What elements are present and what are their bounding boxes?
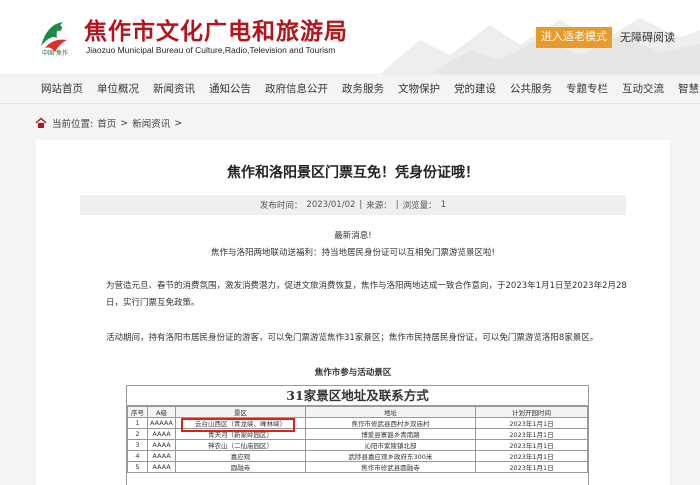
nav-item-news[interactable]: 新闻资讯 <box>146 74 202 104</box>
article-meta: 发布时间： 2023/01/02 | 来源： | 浏览量： 1 <box>80 195 626 215</box>
cell-open-date: 2023年1月1日 <box>475 439 588 451</box>
nav-item-heritage[interactable]: 文物保护 <box>391 74 447 104</box>
cell-address: 武陟县嘉应观乡政府东300米 <box>305 450 476 462</box>
source-label: 来源： <box>366 201 392 211</box>
breadcrumb: 当前位置: 首页 > 新闻资讯 > <box>35 116 186 130</box>
cell-address: 博爱县寨豁乡青南路 <box>305 428 476 440</box>
site-header: 中国 焦作 焦作市文化广电和旅游局 Jiaozuo Municipal Bure… <box>0 0 700 74</box>
table-row: 5 AAAA 圆融寺 焦作市修武县圆融寺 2023年1月1日 <box>127 461 588 473</box>
header-open-date: 计划开园时间 <box>475 406 588 418</box>
article-headline: 最新消息! <box>334 231 372 241</box>
published-date: 2023/01/02 <box>306 200 356 210</box>
nav-item-smart-finance[interactable]: 智慧金服 <box>671 74 700 104</box>
breadcrumb-separator: > <box>174 117 183 129</box>
home-icon <box>35 117 47 128</box>
views-label: 浏览量： <box>402 201 437 211</box>
cell-open-date: 2023年1月1日 <box>475 450 588 462</box>
cell-open-date: 2023年1月1日 <box>475 428 588 440</box>
breadcrumb-separator: > <box>120 117 129 129</box>
breadcrumb-label: 当前位置: <box>52 119 94 130</box>
article-paragraph: 为营造元旦、春节的消费氛围，激发消费潜力，促进文旅消费恢复，焦作与洛阳两地达成一… <box>106 281 627 308</box>
site-title[interactable]: 焦作市文化广电和旅游局 <box>84 12 348 46</box>
scenic-table: 序号 A级 景区 地址 计划开园时间 1 AAAAA 云台山西区（青龙峡、峰林峡… <box>127 406 588 473</box>
article-subheadline: 焦作与洛阳两地联动送福利：持当地居民身份证可以互相免门票游览景区啦! <box>211 248 495 258</box>
nav-item-notices[interactable]: 通知公告 <box>202 74 258 104</box>
section-heading: 焦作市参与活动景区 <box>314 368 392 378</box>
article-card: 焦作和洛阳景区门票互免！凭身份证哦！ 发布时间： 2023/01/02 | 来源… <box>36 140 670 485</box>
header-spot: 景区 <box>175 406 306 418</box>
table-row: 3 AAAA 神农山（二仙庙园区） 沁阳市紫陵镇北部 2023年1月1日 <box>127 439 588 451</box>
breadcrumb-home[interactable]: 首页 <box>97 116 116 130</box>
site-title-english: Jiaozuo Municipal Bureau of Culture,Radi… <box>86 45 336 55</box>
nav-item-party[interactable]: 党的建设 <box>447 74 503 104</box>
header-index: 序号 <box>127 406 148 418</box>
table-row: 4 AAAA 嘉应观 武陟县嘉应观乡政府东300米 2023年1月1日 <box>127 450 588 462</box>
views-count: 1 <box>440 200 447 210</box>
cell-spot: 嘉应观 <box>175 450 306 462</box>
cell-index: 2 <box>127 428 148 440</box>
published-label: 发布时间： <box>259 201 303 211</box>
nav-item-overview[interactable]: 单位概况 <box>90 74 146 104</box>
main-nav: 网站首页 单位概况 新闻资讯 通知公告 政府信息公开 政务服务 文物保护 党的建… <box>0 74 700 104</box>
table-header-row: 序号 A级 景区 地址 计划开园时间 <box>127 406 588 418</box>
cell-spot: 圆融寺 <box>175 461 306 473</box>
scenic-spots-table: 31家景区地址及联系方式 序号 A级 景区 地址 计划开园时间 1 AAAAA … <box>126 385 589 485</box>
cell-index: 5 <box>127 461 148 473</box>
cell-spot: 神农山（二仙庙园区） <box>175 439 306 451</box>
nav-item-interaction[interactable]: 互动交流 <box>615 74 671 104</box>
cell-address: 焦作市修武县圆融寺 <box>305 461 476 473</box>
highlight-box <box>181 418 295 432</box>
cell-index: 1 <box>127 417 148 429</box>
header-address: 地址 <box>305 406 476 418</box>
nav-item-services[interactable]: 政务服务 <box>335 74 391 104</box>
nav-item-public-services[interactable]: 公共服务 <box>503 74 559 104</box>
cell-address: 焦作市修武县西村乡双庙村 <box>305 417 476 429</box>
cell-grade: AAAAA <box>147 417 176 429</box>
nav-item-home[interactable]: 网站首页 <box>0 74 90 104</box>
cell-index: 3 <box>127 439 148 451</box>
cell-grade: AAAA <box>147 450 176 462</box>
cell-grade: AAAA <box>147 461 176 473</box>
accessible-reading-link[interactable]: 无障碍阅读 <box>620 27 675 48</box>
cell-grade: AAAA <box>147 439 176 451</box>
breadcrumb-news[interactable]: 新闻资讯 <box>132 116 170 130</box>
logo-caption: 中国 焦作 <box>42 50 68 57</box>
article-paragraph: 活动期间，持有洛阳市居民身份证的游客，可以免门票游览焦作31家景区；焦作市民持居… <box>106 333 599 343</box>
cell-grade: AAAA <box>147 428 176 440</box>
article-title: 焦作和洛阳景区门票互免！凭身份证哦！ <box>227 165 479 181</box>
cell-open-date: 2023年1月1日 <box>475 417 588 429</box>
cell-index: 4 <box>127 450 148 462</box>
nav-item-gov-info[interactable]: 政府信息公开 <box>258 74 335 104</box>
header-grade: A级 <box>147 406 176 418</box>
cell-address: 沁阳市紫陵镇北部 <box>305 439 476 451</box>
elder-mode-button[interactable]: 进入适老模式 <box>536 27 612 48</box>
cell-open-date: 2023年1月1日 <box>475 461 588 473</box>
nav-item-special-topics[interactable]: 专题专栏 <box>559 74 615 104</box>
table-title: 31家景区地址及联系方式 <box>127 386 588 406</box>
